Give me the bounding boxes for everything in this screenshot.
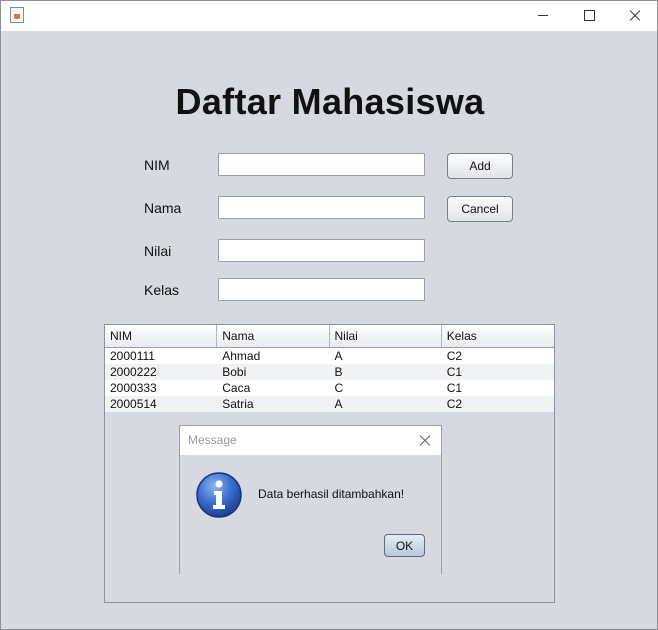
kelas-field[interactable] — [218, 278, 425, 301]
info-icon — [196, 472, 242, 518]
message-dialog: Message Data berhasil ditambahkan! OK — [179, 425, 442, 574]
cell-nilai: C — [334, 381, 344, 395]
table-row[interactable]: 2000222 Bobi B C1 — [105, 364, 554, 380]
nama-label: Nama — [144, 200, 182, 216]
dialog-title: Message — [188, 433, 237, 447]
column-header-nim[interactable]: NIM — [105, 325, 218, 347]
cell-kelas: C2 — [446, 349, 463, 363]
table-row[interactable]: 2000333 Caca C C1 — [105, 380, 554, 396]
main-window: Daftar Mahasiswa NIM Add Nama Cancel Nil… — [0, 0, 658, 630]
cell-nama: Bobi — [222, 365, 247, 379]
cell-nilai: A — [334, 397, 343, 411]
ok-button[interactable]: OK — [384, 534, 425, 557]
dialog-title-bar[interactable]: Message — [180, 426, 441, 455]
column-header-nama[interactable]: Nama — [217, 325, 330, 347]
table-row[interactable]: 2000514 Satria A C2 — [105, 396, 554, 412]
dialog-close-icon[interactable] — [418, 433, 432, 447]
close-button[interactable] — [612, 1, 657, 31]
nilai-label: Nilai — [144, 243, 172, 259]
column-header-kelas[interactable]: Kelas — [442, 325, 554, 347]
cell-nama: Caca — [222, 381, 251, 395]
cell-nilai: B — [334, 365, 343, 379]
title-bar[interactable] — [1, 1, 657, 31]
minimize-button[interactable] — [520, 1, 566, 31]
column-header-nilai[interactable]: Nilai — [330, 325, 442, 347]
cell-nama: Ahmad — [222, 349, 261, 363]
cell-kelas: C1 — [446, 365, 463, 379]
table-row[interactable]: 2000111 Ahmad A C2 — [105, 348, 554, 364]
kelas-label: Kelas — [144, 282, 180, 298]
cell-nim: 2000111 — [110, 349, 155, 363]
nama-field[interactable] — [218, 196, 425, 219]
cell-nama: Satria — [222, 397, 254, 411]
java-icon — [10, 7, 24, 23]
add-button[interactable]: Add — [447, 153, 513, 179]
page-title: Daftar Mahasiswa — [175, 81, 485, 122]
cell-nim: 2000514 — [110, 397, 157, 411]
nim-field[interactable] — [218, 153, 425, 176]
cell-nim: 2000222 — [110, 365, 157, 379]
nilai-field[interactable] — [218, 239, 425, 262]
dialog-message: Data berhasil ditambahkan! — [258, 487, 405, 501]
cell-kelas: C1 — [446, 381, 463, 395]
cell-nilai: A — [334, 349, 343, 363]
maximize-button[interactable] — [566, 1, 612, 31]
nim-label: NIM — [144, 157, 170, 173]
cancel-button[interactable]: Cancel — [447, 196, 513, 222]
cell-kelas: C2 — [446, 397, 463, 411]
table-body: 2000111 Ahmad A C2 2000222 Bobi B C1 200… — [105, 348, 554, 412]
table-header: NIM Nama Nilai Kelas — [105, 325, 554, 348]
cell-nim: 2000333 — [110, 381, 157, 395]
